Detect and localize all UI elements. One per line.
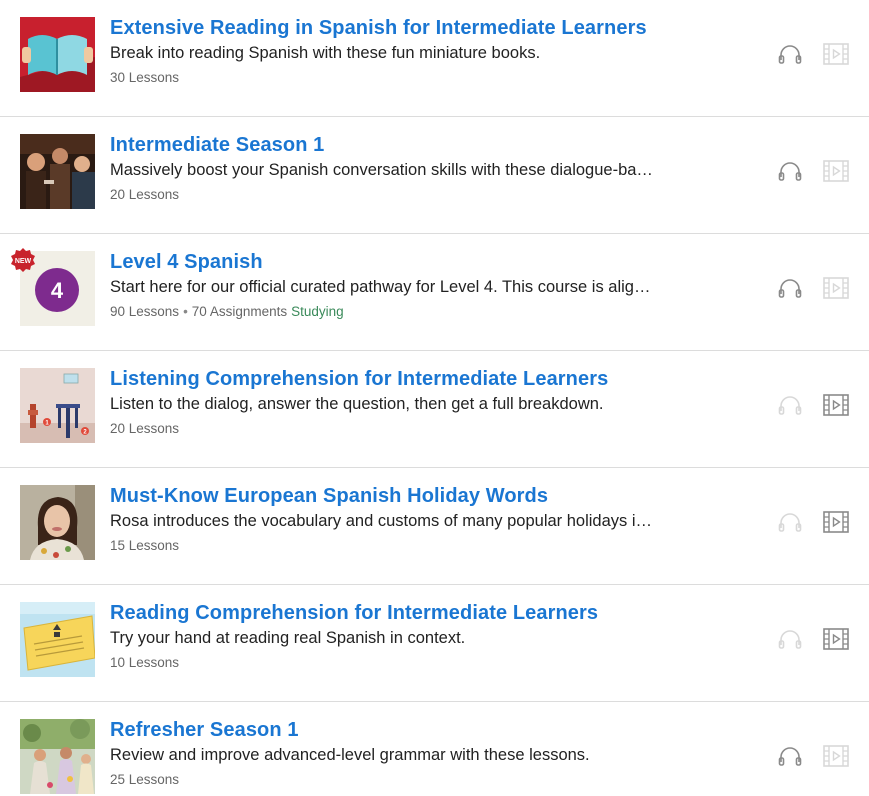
headphones-icon[interactable] [776, 626, 804, 652]
headphones-icon[interactable] [776, 41, 804, 67]
presenter-photo [20, 485, 95, 560]
course-description: Break into reading Spanish with these fu… [110, 44, 541, 62]
studying-status: Studying [291, 304, 344, 319]
headphones-icon[interactable] [776, 275, 804, 301]
course-meta: 20 Lessons [110, 187, 179, 202]
course-meta: 25 Lessons [110, 772, 179, 787]
festival-photo [20, 719, 95, 794]
course-description: Try your hand at reading real Spanish in… [110, 629, 466, 647]
course-thumbnail-festival-photo[interactable] [20, 719, 95, 794]
lesson-count: 90 Lessons [110, 304, 180, 319]
course-title[interactable]: Listening Comprehension for Intermediate… [110, 368, 608, 391]
course-title[interactable]: Must-Know European Spanish Holiday Words [110, 485, 548, 508]
course-row-listening-comprehension[interactable]: 1 2 Listening Comprehension for Intermed… [0, 351, 869, 468]
lesson-count: 10 Lessons [110, 655, 180, 670]
course-title[interactable]: Refresher Season 1 [110, 719, 299, 742]
course-description: Massively boost your Spanish conversatio… [110, 161, 653, 179]
course-meta: 15 Lessons [110, 538, 179, 553]
course-description: Listen to the dialog, answer the questio… [110, 395, 604, 413]
course-meta: 20 Lessons [110, 421, 179, 436]
film-icon[interactable] [822, 509, 850, 535]
new-badge-label: NEW [15, 258, 32, 265]
course-title[interactable]: Reading Comprehension for Intermediate L… [110, 602, 598, 625]
course-row-reading-comprehension[interactable]: Reading Comprehension for Intermediate L… [0, 585, 869, 702]
new-badge: NEW [10, 247, 36, 273]
lesson-count: 15 Lessons [110, 538, 180, 553]
level-number: 4 [51, 278, 64, 303]
lesson-count: 20 Lessons [110, 421, 180, 436]
course-row-refresher-season-1[interactable]: Refresher Season 1 Review and improve ad… [0, 702, 869, 796]
course-description: Review and improve advanced-level gramma… [110, 746, 590, 764]
film-icon[interactable] [822, 743, 850, 769]
course-row-level-4-spanish[interactable]: 4 NEW Level 4 Spanish Start here for our… [0, 234, 869, 351]
meta-separator: • [183, 304, 188, 319]
course-title[interactable]: Intermediate Season 1 [110, 134, 324, 157]
assignment-count: 70 Assignments [191, 304, 288, 319]
headphones-icon[interactable] [776, 158, 804, 184]
film-icon[interactable] [822, 158, 850, 184]
course-title[interactable]: Extensive Reading in Spanish for Interme… [110, 17, 647, 40]
cafe-illustration: 1 2 [20, 368, 95, 443]
course-row-extensive-reading[interactable]: Extensive Reading in Spanish for Interme… [0, 0, 869, 117]
course-thumbnail-illustration[interactable]: 1 2 [20, 368, 95, 443]
course-thumbnail-sign[interactable] [20, 602, 95, 677]
film-icon[interactable] [822, 275, 850, 301]
course-meta: 90 Lessons • 70 Assignments Studying [110, 304, 344, 319]
lesson-count: 20 Lessons [110, 187, 180, 202]
headphones-icon[interactable] [776, 392, 804, 418]
course-meta: 10 Lessons [110, 655, 179, 670]
headphones-icon[interactable] [776, 743, 804, 769]
course-row-holiday-words[interactable]: Must-Know European Spanish Holiday Words… [0, 468, 869, 585]
course-description: Rosa introduces the vocabulary and custo… [110, 512, 653, 530]
lesson-count: 25 Lessons [110, 772, 180, 787]
course-thumbnail-crowd-photo[interactable] [20, 134, 95, 209]
course-row-intermediate-season-1[interactable]: Intermediate Season 1 Massively boost yo… [0, 117, 869, 234]
course-thumbnail-presenter-photo[interactable] [20, 485, 95, 560]
course-meta: 30 Lessons [110, 70, 179, 85]
film-icon[interactable] [822, 626, 850, 652]
course-description: Start here for our official curated path… [110, 278, 651, 296]
open-book-illustration [20, 17, 95, 92]
headphones-icon[interactable] [776, 509, 804, 535]
lesson-count: 30 Lessons [110, 70, 180, 85]
course-list: Extensive Reading in Spanish for Interme… [0, 0, 869, 796]
course-thumbnail-open-book[interactable] [20, 17, 95, 92]
sign-illustration [20, 602, 95, 677]
film-icon[interactable] [822, 41, 850, 67]
film-icon[interactable] [822, 392, 850, 418]
crowd-photo [20, 134, 95, 209]
course-title[interactable]: Level 4 Spanish [110, 251, 263, 274]
